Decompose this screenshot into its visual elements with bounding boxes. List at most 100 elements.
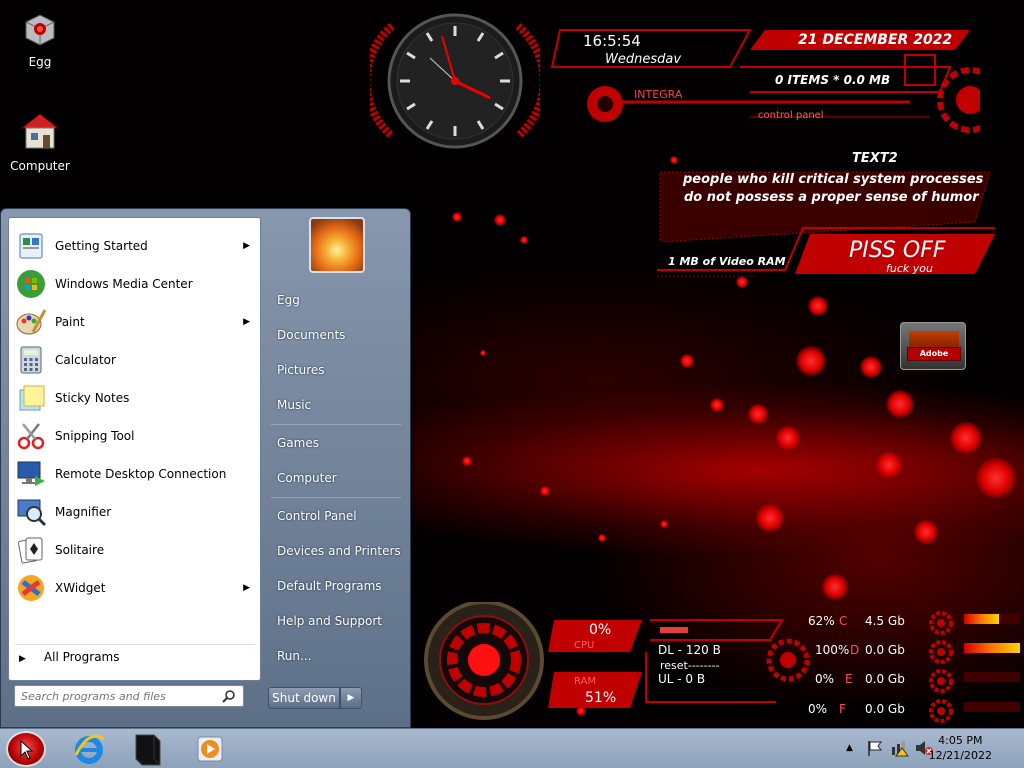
- calculator-icon: [20, 346, 42, 374]
- drive-letter: E: [845, 672, 853, 686]
- cpu-gauge-icon: [424, 602, 544, 720]
- divider: [15, 644, 255, 645]
- right-link-documents[interactable]: Documents: [277, 328, 345, 342]
- right-link-help-support[interactable]: Help and Support: [277, 614, 382, 628]
- program-calculator[interactable]: Calculator: [11, 342, 258, 378]
- clock-tray[interactable]: 4:05 PM 12/21/2022: [929, 733, 992, 763]
- snipping-tool-icon: [17, 423, 45, 450]
- right-link-games[interactable]: Games: [277, 436, 319, 450]
- search-input[interactable]: [14, 685, 244, 707]
- right-link-computer[interactable]: Computer: [277, 471, 337, 485]
- widget-control-panel[interactable]: control panel: [758, 110, 824, 121]
- program-label: Magnifier: [55, 505, 112, 519]
- fuck-you-label: fuck you: [886, 262, 933, 275]
- start-button[interactable]: [6, 731, 46, 767]
- start-menu: Getting Started ▶ Windows Media Center P…: [0, 208, 411, 728]
- program-label: Solitaire: [55, 543, 105, 557]
- computer-icon: [20, 113, 60, 149]
- divider: [271, 497, 401, 498]
- drive-usage-bar: [964, 672, 1020, 682]
- right-link-run[interactable]: Run...: [277, 649, 311, 663]
- internet-explorer-icon[interactable]: [72, 733, 106, 765]
- drive-row-c: 62% C 4.5 Gb: [790, 611, 1022, 635]
- upload-speed: UL - 0 B: [658, 672, 706, 686]
- drive-percent: 0%: [808, 702, 828, 716]
- program-getting-started[interactable]: Getting Started ▶: [11, 228, 258, 264]
- widget-items: 0 ITEMS * 0.0 MB: [775, 73, 891, 87]
- tray-date: 12/21/2022: [928, 749, 992, 762]
- drive-usage-bar: [964, 614, 1020, 624]
- right-link-default-programs[interactable]: Default Programs: [277, 579, 382, 593]
- all-programs-arrow-icon: ▶: [19, 654, 26, 664]
- drive-size: 4.5 Gb: [865, 614, 905, 628]
- desktop-icon-label: Egg: [28, 55, 52, 69]
- game-console-icon[interactable]: [130, 731, 166, 767]
- widget-date: 21 DECEMBER 2022: [798, 32, 953, 48]
- drive-size: 0.0 Gb: [865, 672, 905, 686]
- shutdown-options-button[interactable]: ▶: [340, 687, 362, 709]
- time-date-widget: 16:5:54 Wednesdav 21 DECEMBER 2022 0 ITE…: [550, 22, 980, 152]
- download-speed: DL - 120 B: [658, 643, 721, 657]
- show-hidden-icons-icon[interactable]: ▲: [846, 743, 853, 753]
- drive-usage-bar: [964, 643, 1020, 653]
- right-link-music[interactable]: Music: [277, 398, 311, 412]
- program-sticky-notes[interactable]: Sticky Notes: [11, 380, 258, 416]
- drive-letter: F: [839, 702, 846, 716]
- net-activity-bar: [660, 627, 688, 633]
- cursor-icon: [20, 740, 34, 760]
- media-center-icon: [17, 270, 45, 298]
- all-programs-label: All Programs: [43, 650, 120, 664]
- program-magnifier[interactable]: Magnifier: [11, 494, 258, 530]
- xwidget-icon: [18, 575, 44, 601]
- shutdown-button[interactable]: Shut down: [268, 687, 340, 709]
- right-link-egg[interactable]: Egg: [277, 293, 300, 307]
- desktop-icon-egg[interactable]: Egg: [0, 12, 80, 69]
- reset-link[interactable]: reset--------: [660, 659, 720, 672]
- drive-row-e: 0% E 0.0 Gb: [790, 669, 1022, 693]
- right-link-devices-printers[interactable]: Devices and Printers: [277, 544, 401, 558]
- cpu-percent: 0%: [589, 622, 612, 638]
- program-label: Sticky Notes: [55, 391, 130, 405]
- solitaire-icon: [18, 537, 43, 564]
- submenu-arrow-icon: ▶: [243, 583, 250, 593]
- analog-clock-widget: [370, 13, 540, 149]
- program-label: XWidget: [55, 581, 106, 595]
- right-link-control-panel[interactable]: Control Panel: [277, 509, 357, 523]
- sticky-notes-icon: [19, 385, 45, 411]
- text2-line2: do not possess a proper sense of humor: [684, 190, 979, 205]
- media-player-icon[interactable]: [196, 735, 224, 763]
- drive-gear-icon: [929, 669, 953, 693]
- ram-label: RAM: [574, 676, 597, 687]
- drive-usage-bar: [964, 702, 1020, 712]
- program-solitaire[interactable]: Solitaire: [11, 532, 258, 568]
- program-label: Remote Desktop Connection: [55, 467, 227, 481]
- program-snipping-tool[interactable]: Snipping Tool: [11, 418, 258, 454]
- magnifier-icon: [17, 499, 47, 527]
- all-programs-button[interactable]: ▶ All Programs: [19, 650, 120, 664]
- adobe-icon[interactable]: Adobe: [900, 322, 966, 370]
- drive-gear-icon: [929, 611, 953, 635]
- desktop-icon-computer[interactable]: Computer: [0, 110, 80, 173]
- adobe-label: Adobe: [907, 347, 961, 361]
- getting-started-icon: [19, 233, 43, 259]
- drive-percent: 62%: [808, 614, 835, 628]
- action-center-flag-icon[interactable]: [866, 739, 884, 757]
- program-windows-media-center[interactable]: Windows Media Center: [11, 266, 258, 302]
- submenu-arrow-icon: ▶: [243, 317, 250, 327]
- drive-gear-icon: [929, 640, 953, 664]
- program-remote-desktop[interactable]: Remote Desktop Connection: [11, 456, 258, 492]
- program-xwidget[interactable]: XWidget ▶: [11, 570, 258, 606]
- network-warning-icon[interactable]: [890, 739, 910, 757]
- right-link-pictures[interactable]: Pictures: [277, 363, 325, 377]
- widget-day: Wednesdav: [605, 52, 682, 67]
- user-account-picture[interactable]: [309, 217, 365, 273]
- program-paint[interactable]: Paint ▶: [11, 304, 258, 340]
- paint-icon: [16, 309, 47, 335]
- search-icon[interactable]: [221, 689, 237, 703]
- drive-letter: D: [850, 643, 860, 657]
- drive-percent: 100%: [815, 643, 850, 657]
- program-label: Windows Media Center: [55, 277, 193, 291]
- program-label: Getting Started: [55, 239, 148, 253]
- text2-title: TEXT2: [852, 151, 898, 166]
- tray-time: 4:05 PM: [938, 734, 983, 747]
